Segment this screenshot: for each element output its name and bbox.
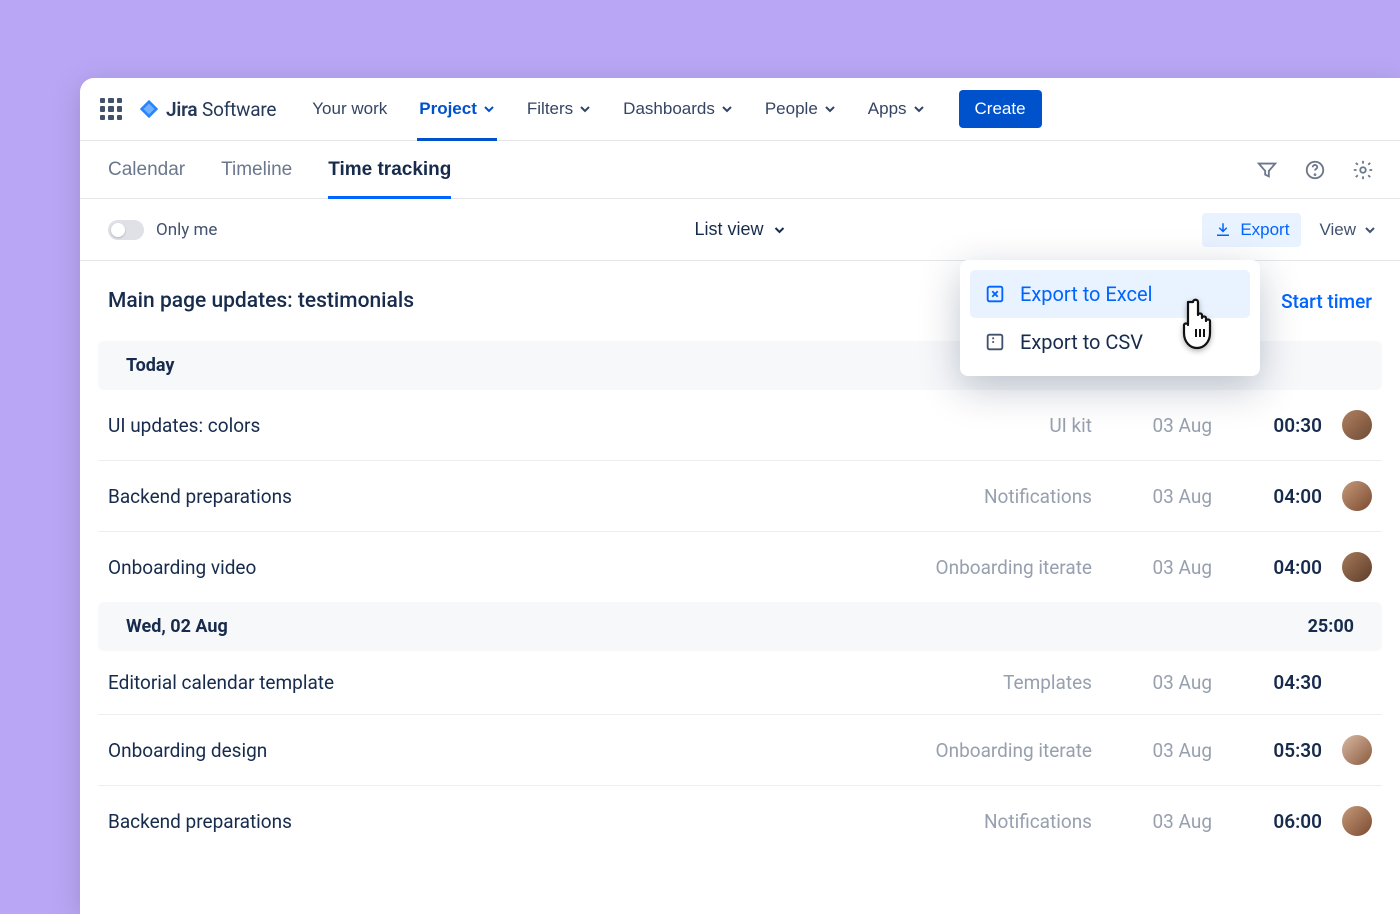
export-dropdown: Export to Excel Export to CSV: [960, 260, 1260, 376]
filter-icon[interactable]: [1254, 157, 1280, 183]
app-switcher-icon[interactable]: [98, 96, 124, 122]
current-task-title: Main page updates: testimonials: [108, 289, 414, 313]
export-csv-item[interactable]: Export to CSV: [970, 318, 1250, 366]
entry-date: 03 Aug: [1092, 414, 1212, 437]
group-rows: Editorial calendar template Templates 03…: [98, 651, 1382, 856]
tab-timeline[interactable]: Timeline: [221, 141, 292, 198]
entry-date: 03 Aug: [1092, 810, 1212, 833]
avatar: [1342, 481, 1372, 511]
nav-filters[interactable]: Filters: [511, 78, 607, 140]
nav-people[interactable]: People: [749, 78, 852, 140]
entry-name: Onboarding design: [108, 739, 832, 762]
sub-nav: Calendar Timeline Time tracking: [80, 141, 1400, 199]
right-tools: Export View: [1202, 213, 1376, 247]
entry-name: Onboarding video: [108, 556, 832, 579]
brand-logo[interactable]: Jira Software: [138, 98, 276, 121]
start-timer-link[interactable]: Start timer: [1281, 290, 1372, 313]
entry-avatar-cell: [1322, 481, 1372, 511]
entry-duration: 00:30: [1212, 414, 1322, 437]
export-excel-icon: [984, 283, 1006, 305]
nav-dashboards[interactable]: Dashboards: [607, 78, 749, 140]
app-window: Jira Software Your work Project Filters …: [80, 78, 1400, 914]
nav-your-work[interactable]: Your work: [296, 78, 403, 140]
avatar: [1342, 735, 1372, 765]
time-entry-row[interactable]: Onboarding design Onboarding iterate 03 …: [98, 715, 1382, 786]
avatar: [1342, 552, 1372, 582]
group-name: Wed, 02 Aug: [126, 616, 228, 637]
entry-date: 03 Aug: [1092, 671, 1212, 694]
export-csv-icon: [984, 331, 1006, 353]
jira-icon: [138, 98, 160, 120]
only-me-label: Only me: [156, 220, 217, 240]
chevron-down-icon: [1364, 224, 1376, 236]
entry-project: Notifications: [832, 810, 1092, 833]
time-entry-row[interactable]: Onboarding video Onboarding iterate 03 A…: [98, 532, 1382, 602]
group-header: Wed, 02 Aug 25:00: [98, 602, 1382, 651]
avatar: [1342, 410, 1372, 440]
group-name: Today: [126, 355, 175, 376]
toolbar: Only me List view Export View: [80, 199, 1400, 261]
group-rows: UI updates: colors UI kit 03 Aug 00:30 B…: [98, 390, 1382, 602]
tabs: Calendar Timeline Time tracking: [108, 141, 451, 198]
time-entry-row[interactable]: Backend preparations Notifications 03 Au…: [98, 461, 1382, 532]
entry-avatar-cell: [1322, 552, 1372, 582]
group-total: 25:00: [1308, 616, 1354, 637]
sub-actions: [1254, 157, 1376, 183]
time-entries: Today UI updates: colors UI kit 03 Aug 0…: [80, 341, 1400, 856]
entry-project: Templates: [832, 671, 1092, 694]
entry-duration: 06:00: [1212, 810, 1322, 833]
chevron-down-icon: [483, 103, 495, 115]
help-icon[interactable]: [1302, 157, 1328, 183]
list-view-select[interactable]: List view: [694, 219, 785, 240]
entry-avatar-cell: [1322, 806, 1372, 836]
entry-name: Backend preparations: [108, 485, 832, 508]
nav-project[interactable]: Project: [403, 78, 511, 140]
export-button[interactable]: Export: [1202, 213, 1301, 247]
chevron-down-icon: [774, 224, 786, 236]
entry-project: Notifications: [832, 485, 1092, 508]
time-entry-row[interactable]: Backend preparations Notifications 03 Au…: [98, 786, 1382, 856]
brand-text: Jira Software: [166, 98, 276, 121]
chevron-down-icon: [721, 103, 733, 115]
chevron-down-icon: [913, 103, 925, 115]
entry-date: 03 Aug: [1092, 739, 1212, 762]
entry-duration: 05:30: [1212, 739, 1322, 762]
export-excel-item[interactable]: Export to Excel: [970, 270, 1250, 318]
entry-project: UI kit: [832, 414, 1092, 437]
create-button[interactable]: Create: [959, 90, 1042, 128]
settings-icon[interactable]: [1350, 157, 1376, 183]
download-icon: [1214, 221, 1232, 239]
avatar: [1342, 806, 1372, 836]
entry-project: Onboarding iterate: [832, 556, 1092, 579]
entry-duration: 04:00: [1212, 485, 1322, 508]
time-entry-row[interactable]: UI updates: colors UI kit 03 Aug 00:30: [98, 390, 1382, 461]
tab-calendar[interactable]: Calendar: [108, 141, 185, 198]
entry-date: 03 Aug: [1092, 556, 1212, 579]
entry-name: Backend preparations: [108, 810, 832, 833]
time-entry-row[interactable]: Editorial calendar template Templates 03…: [98, 651, 1382, 715]
only-me-toggle[interactable]: [108, 220, 144, 240]
entry-name: Editorial calendar template: [108, 671, 832, 694]
tab-time-tracking[interactable]: Time tracking: [328, 141, 451, 198]
entry-duration: 04:00: [1212, 556, 1322, 579]
entry-date: 03 Aug: [1092, 485, 1212, 508]
entry-avatar-cell: [1322, 410, 1372, 440]
entry-duration: 04:30: [1212, 671, 1322, 694]
entry-name: UI updates: colors: [108, 414, 832, 437]
view-select[interactable]: View: [1319, 220, 1376, 240]
chevron-down-icon: [824, 103, 836, 115]
entry-project: Onboarding iterate: [832, 739, 1092, 762]
nav-apps[interactable]: Apps: [852, 78, 941, 140]
nav-items: Your work Project Filters Dashboards Peo…: [296, 78, 940, 140]
top-nav: Jira Software Your work Project Filters …: [80, 78, 1400, 141]
entry-avatar-cell: [1322, 735, 1372, 765]
chevron-down-icon: [579, 103, 591, 115]
